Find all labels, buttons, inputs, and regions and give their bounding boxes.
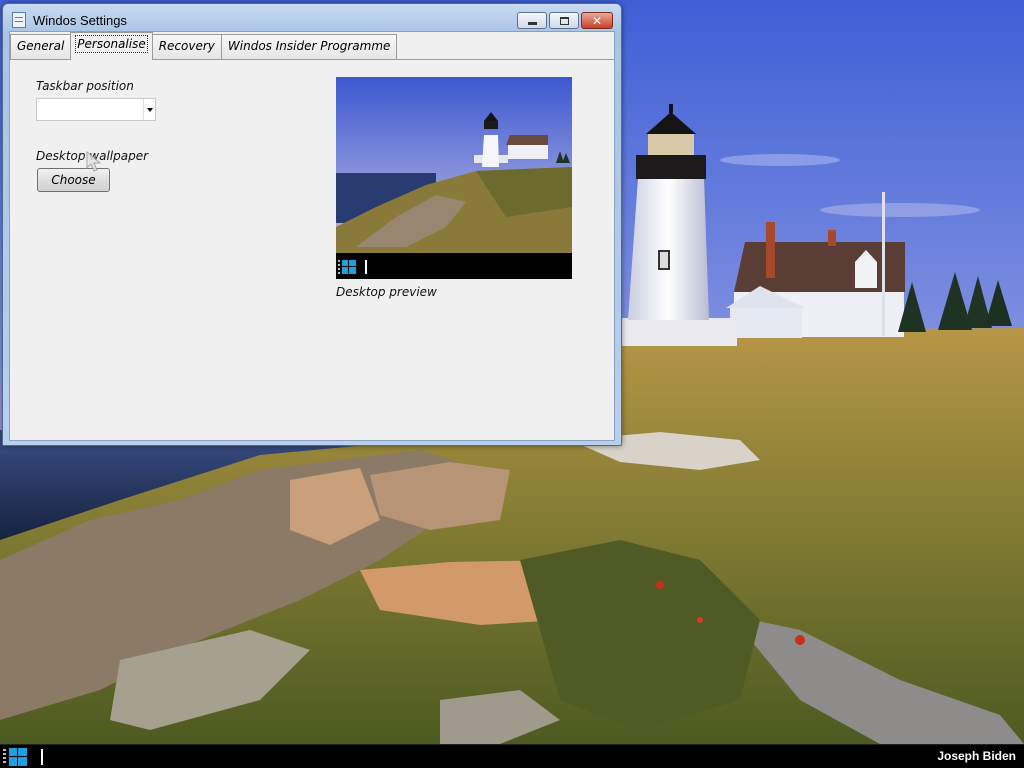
chevron-down-icon[interactable] xyxy=(143,99,155,120)
mouse-cursor-icon xyxy=(86,151,102,172)
close-icon: ✕ xyxy=(591,13,603,28)
preview-taskbar xyxy=(336,255,572,279)
app-icon xyxy=(12,12,26,28)
grip-icon[interactable] xyxy=(3,749,6,765)
title-bar[interactable]: Windos Settings ✕ xyxy=(3,4,621,34)
tab-personalise[interactable]: Personalise xyxy=(70,32,153,60)
maximize-icon xyxy=(550,13,578,28)
tab-windos-insider-programme[interactable]: Windos Insider Programme xyxy=(220,34,398,59)
windows-logo-icon xyxy=(342,260,356,274)
desktop-preview xyxy=(336,77,572,279)
minimize-icon xyxy=(518,13,546,28)
tab-general[interactable]: General xyxy=(10,34,72,59)
user-name[interactable]: Joseph Biden xyxy=(937,749,1016,763)
preview-wallpaper-image xyxy=(336,77,572,253)
close-button[interactable]: ✕ xyxy=(581,12,613,29)
tab-strip: General Personalise Recovery Windos Insi… xyxy=(10,32,398,60)
grip-icon xyxy=(338,260,340,274)
taskbar: Joseph Biden xyxy=(0,744,1024,768)
desktop-preview-caption: Desktop preview xyxy=(336,285,437,299)
minimize-button[interactable] xyxy=(517,12,547,29)
tab-recovery[interactable]: Recovery xyxy=(151,34,222,59)
tab-label: Personalise xyxy=(75,35,148,53)
settings-window: Windos Settings ✕ General Personalise Re… xyxy=(2,3,622,446)
maximize-button[interactable] xyxy=(549,12,579,29)
caption-buttons: ✕ xyxy=(517,12,613,29)
windows-logo-icon[interactable] xyxy=(9,748,27,766)
text-caret xyxy=(365,260,367,274)
window-client-area: General Personalise Recovery Windos Insi… xyxy=(9,31,615,441)
taskbar-position-label: Taskbar position xyxy=(36,79,134,93)
taskbar-position-dropdown[interactable] xyxy=(36,98,156,121)
tab-label: General xyxy=(17,39,65,53)
search-caret[interactable] xyxy=(41,749,43,765)
tab-label: Recovery xyxy=(158,39,215,53)
tab-label: Windos Insider Programme xyxy=(227,39,391,53)
window-title: Windos Settings xyxy=(33,13,127,28)
